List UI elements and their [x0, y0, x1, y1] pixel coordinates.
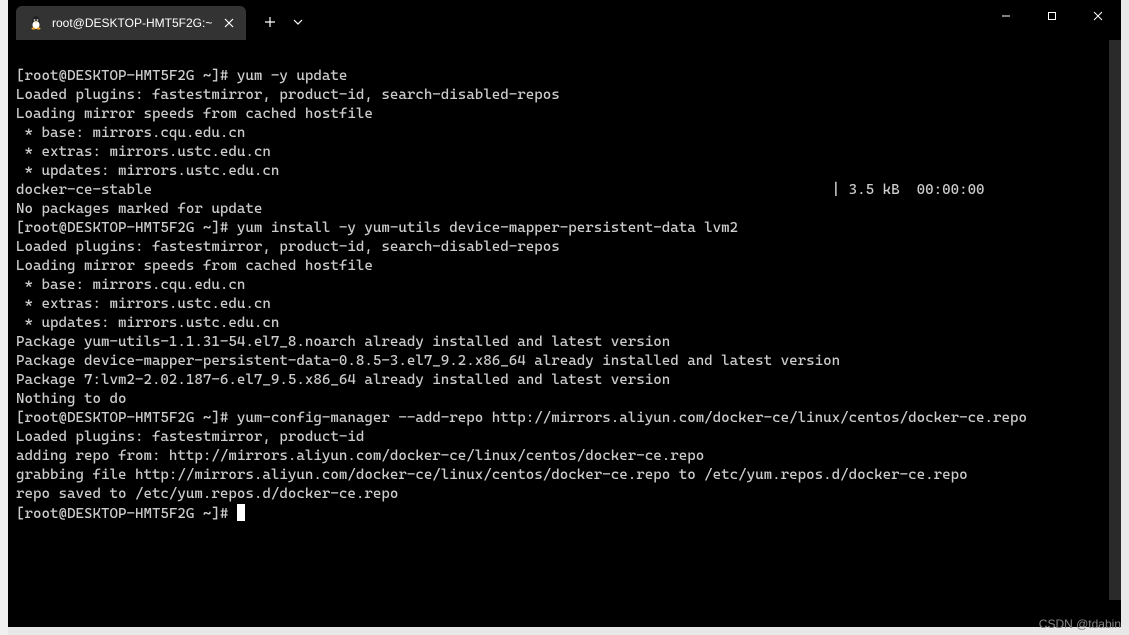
tab-close-button[interactable] — [220, 14, 238, 32]
terminal-line: adding repo from: http://mirrors.aliyun.… — [16, 447, 1113, 466]
terminal-line: Package 7:lvm2-2.02.187-6.el7_9.5.x86_64… — [16, 371, 1113, 390]
terminal-prompt: [root@DESKTOP-HMT5F2G ~]# — [16, 506, 237, 522]
terminal-line: No packages marked for update — [16, 200, 1113, 219]
terminal-line: Nothing to do — [16, 390, 1113, 409]
terminal-output[interactable]: [root@DESKTOP-HMT5F2G ~]# yum -y updateL… — [8, 40, 1121, 627]
terminal-line: [root@DESKTOP-HMT5F2G ~]# yum -y update — [16, 67, 1113, 86]
minimize-button[interactable] — [983, 0, 1029, 32]
terminal-line: Loaded plugins: fastestmirror, product-i… — [16, 428, 1113, 447]
background-left-strip — [0, 0, 8, 635]
terminal-line: docker-ce-stable | 3.5 kB 00:00:00 — [16, 181, 1113, 200]
terminal-line: * base: mirrors.cqu.edu.cn — [16, 276, 1113, 295]
terminal-line: Package yum-utils-1.1.31-54.el7_8.noarch… — [16, 333, 1113, 352]
penguin-icon — [28, 15, 44, 31]
terminal-line: * base: mirrors.cqu.edu.cn — [16, 124, 1113, 143]
terminal-line: Package device-mapper-persistent-data-0.… — [16, 352, 1113, 371]
close-window-button[interactable] — [1075, 0, 1121, 32]
terminal-line: * extras: mirrors.ustc.edu.cn — [16, 143, 1113, 162]
new-tab-button[interactable] — [254, 6, 286, 38]
terminal-line: * extras: mirrors.ustc.edu.cn — [16, 295, 1113, 314]
scrollbar[interactable] — [1109, 40, 1121, 600]
maximize-button[interactable] — [1029, 0, 1075, 32]
tab-title: root@DESKTOP-HMT5F2G:~ — [52, 16, 212, 30]
terminal-line: Loading mirror speeds from cached hostfi… — [16, 257, 1113, 276]
titlebar[interactable]: root@DESKTOP-HMT5F2G:~ — [8, 0, 1121, 40]
terminal-window: root@DESKTOP-HMT5F2G:~ — [8, 0, 1121, 627]
terminal-line: [root@DESKTOP-HMT5F2G ~]# yum install -y… — [16, 219, 1113, 238]
terminal-line: Loaded plugins: fastestmirror, product-i… — [16, 238, 1113, 257]
terminal-line: [root@DESKTOP-HMT5F2G ~]# yum-config-man… — [16, 409, 1113, 428]
terminal-line: * updates: mirrors.ustc.edu.cn — [16, 162, 1113, 181]
terminal-line: * updates: mirrors.ustc.edu.cn — [16, 314, 1113, 333]
terminal-line: repo saved to /etc/yum.repos.d/docker-ce… — [16, 485, 1113, 504]
terminal-tab[interactable]: root@DESKTOP-HMT5F2G:~ — [16, 6, 246, 40]
terminal-line: grabbing file http://mirrors.aliyun.com/… — [16, 466, 1113, 485]
terminal-line: Loaded plugins: fastestmirror, product-i… — [16, 86, 1113, 105]
watermark: CSDN @tdabin — [1039, 617, 1121, 631]
terminal-cursor — [237, 504, 245, 521]
window-controls — [983, 0, 1121, 32]
terminal-line: Loading mirror speeds from cached hostfi… — [16, 105, 1113, 124]
tab-dropdown-button[interactable] — [286, 6, 310, 38]
